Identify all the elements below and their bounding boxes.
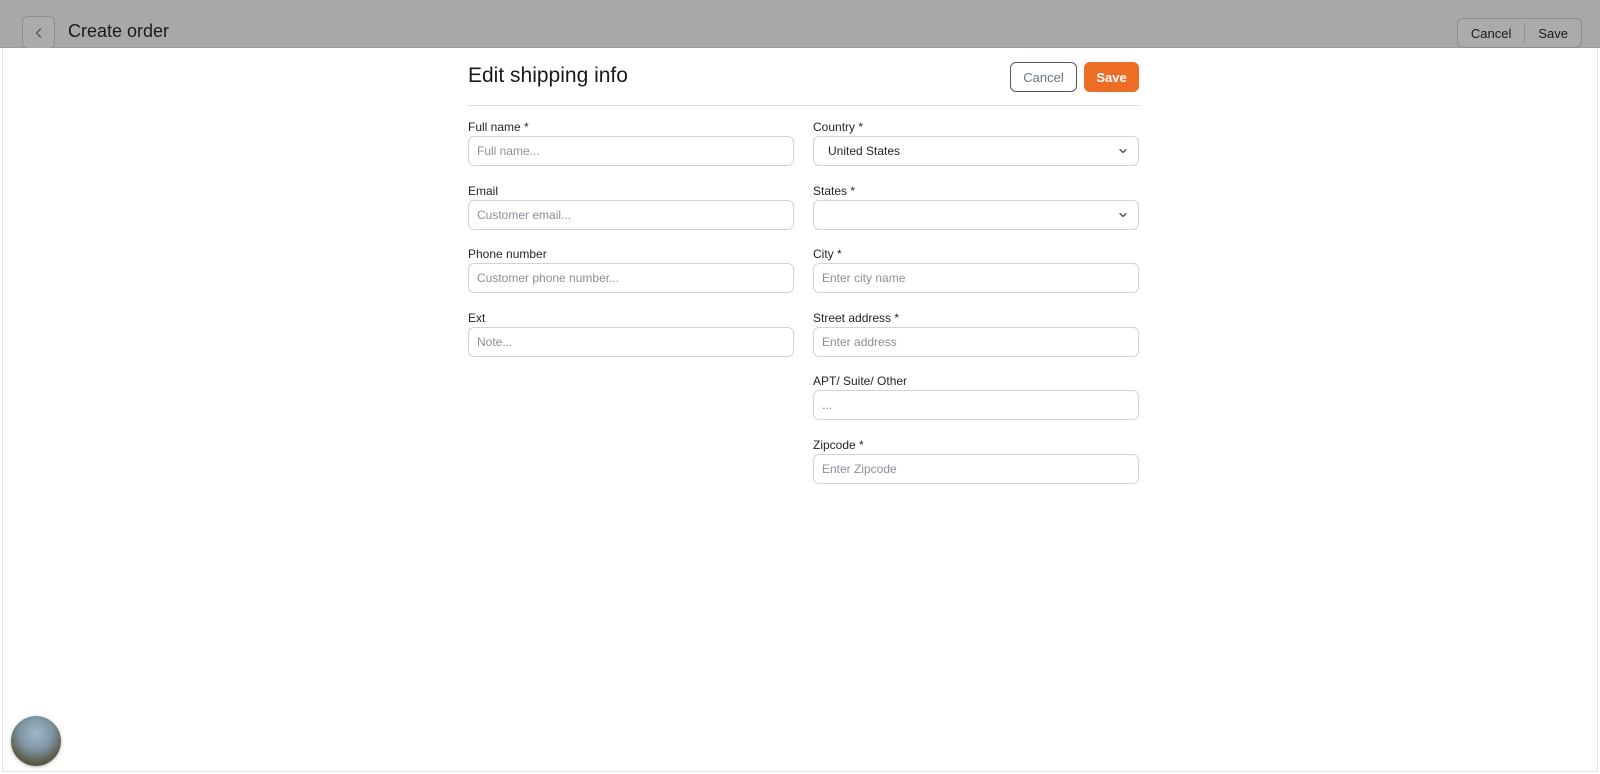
page-header: Create order Cancel Save — [0, 0, 1600, 49]
header-cancel-button[interactable]: Cancel — [1458, 26, 1524, 41]
city-input[interactable] — [813, 263, 1139, 293]
street-address-label: Street address * — [813, 310, 900, 325]
states-field: States * — [813, 184, 1139, 248]
country-label: Country * — [813, 120, 864, 134]
country-field: Country * United States — [813, 120, 1139, 184]
save-button[interactable]: Save — [1084, 62, 1139, 92]
city-label: City * — [813, 247, 842, 261]
ext-field: Ext — [468, 311, 794, 375]
header-actions: Cancel Save — [1456, 18, 1582, 48]
shipping-info-sheet: Edit shipping info Cancel Save Full name… — [2, 48, 1598, 772]
states-select[interactable] — [813, 199, 1139, 230]
apt-suite-input[interactable] — [813, 390, 1139, 420]
country-value: United States — [828, 144, 901, 158]
page-title: Create order — [68, 21, 170, 41]
form-title: Edit shipping info — [468, 64, 628, 87]
email-field: Email — [468, 184, 794, 248]
ext-input[interactable] — [468, 326, 794, 357]
phone-field: Phone number — [468, 247, 794, 311]
phone-input[interactable] — [468, 263, 794, 293]
cancel-button[interactable]: Cancel — [1010, 62, 1077, 92]
street-address-field: Street address * — [813, 311, 1139, 375]
apt-suite-field: APT/ Suite/ Other — [813, 374, 1139, 438]
ext-label: Ext — [468, 310, 486, 325]
full-name-label: Full name * — [468, 120, 529, 134]
contact-column: Full name * Email Phone number Ext — [468, 120, 794, 374]
country-select[interactable]: United States — [813, 136, 1139, 166]
chevron-down-icon — [1119, 148, 1127, 154]
avatar[interactable] — [11, 716, 61, 766]
shipping-form: Edit shipping info Cancel Save Full name… — [468, 48, 1139, 484]
zipcode-input[interactable] — [813, 453, 1139, 484]
back-button[interactable] — [22, 16, 55, 49]
form-header: Edit shipping info Cancel Save — [468, 48, 1139, 106]
email-label: Email — [468, 183, 499, 198]
phone-label: Phone number — [468, 247, 547, 261]
email-input[interactable] — [468, 199, 794, 230]
header-save-button[interactable]: Save — [1525, 26, 1581, 41]
chevron-down-icon — [1119, 212, 1127, 217]
states-label: States * — [813, 183, 856, 198]
zipcode-label: Zipcode * — [813, 437, 864, 452]
zipcode-field: Zipcode * — [813, 438, 1139, 502]
chevron-left-icon — [35, 27, 41, 38]
full-name-field: Full name * — [468, 120, 794, 184]
address-column: Country * United States States * City * … — [813, 120, 1139, 501]
full-name-input[interactable] — [468, 136, 794, 166]
apt-suite-label: APT/ Suite/ Other — [813, 374, 908, 388]
city-field: City * — [813, 247, 1139, 311]
street-address-input[interactable] — [813, 326, 1139, 357]
